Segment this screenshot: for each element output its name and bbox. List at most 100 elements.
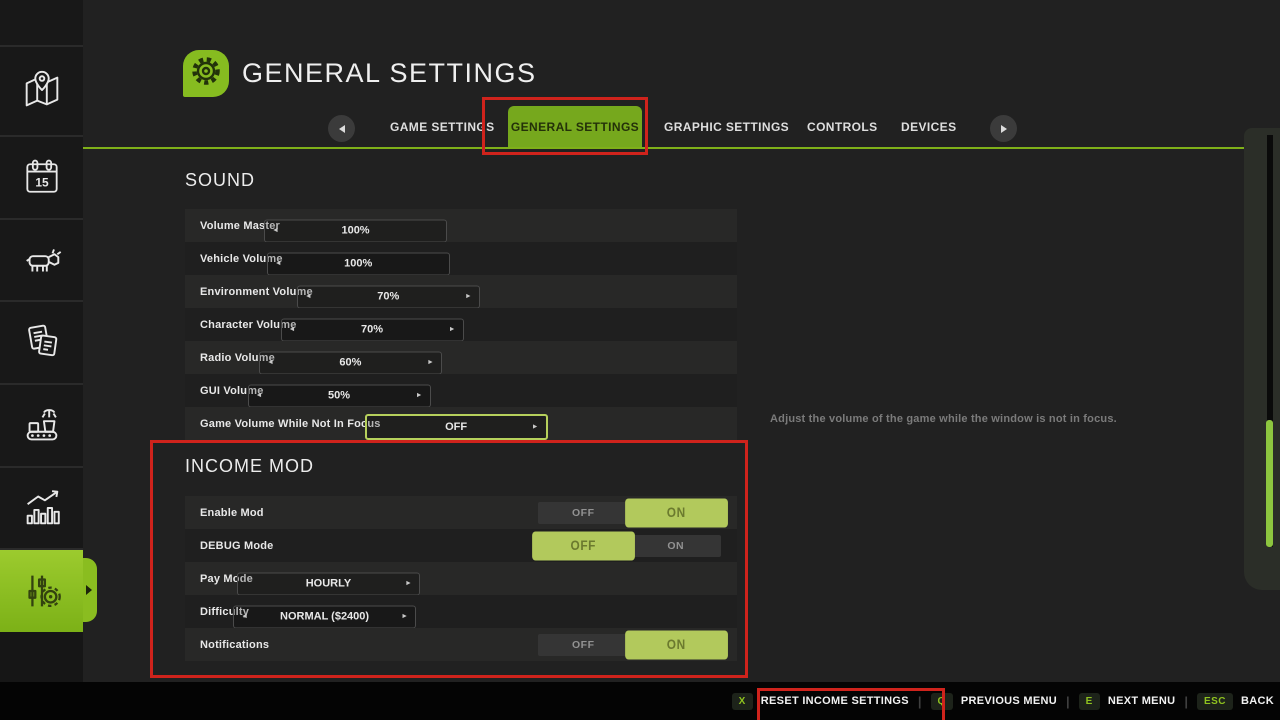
chevron-right-icon — [1001, 125, 1007, 133]
previous-menu-label: PREVIOUS MENU — [961, 695, 1057, 707]
tab-graphic-settings[interactable]: GRAPHIC SETTINGS — [664, 120, 789, 134]
arrow-right-icon[interactable]: ► — [401, 613, 408, 620]
scrollbar-thumb[interactable] — [1266, 420, 1273, 547]
debug-mode-toggle[interactable]: OFF ON — [538, 535, 721, 557]
sidebar-active-tab-bump — [83, 558, 97, 622]
stepper-value: 70% — [298, 291, 479, 303]
stepper-value: OFF — [367, 421, 546, 433]
key-badge-e: E — [1079, 693, 1100, 710]
settings-icon — [19, 568, 65, 614]
tab-devices[interactable]: DEVICES — [901, 120, 956, 134]
toggle-off-button[interactable]: OFF — [532, 531, 634, 560]
sidebar-item-map[interactable] — [0, 45, 83, 135]
sidebar-item-animals[interactable] — [0, 218, 83, 300]
stepper-value: 60% — [260, 357, 441, 369]
row-difficulty: Difficulty ◄ NORMAL ($2400) ► — [185, 595, 737, 628]
row-debug-mode: DEBUG Mode OFF ON — [185, 529, 737, 562]
sidebar-item-empty — [0, 0, 83, 45]
previous-menu-button[interactable]: Q PREVIOUS MENU — [931, 693, 1057, 710]
arrow-right-icon[interactable]: ► — [405, 580, 412, 587]
row-radio-volume: Radio Volume ◄ 60% ► — [185, 341, 737, 374]
reset-income-settings-button[interactable]: X RESET INCOME SETTINGS — [732, 693, 909, 710]
gui-volume-stepper[interactable]: ◄ 50% ► — [248, 384, 431, 407]
tabs-prev-button[interactable] — [328, 115, 355, 142]
sound-rows: Volume Master ◄ 100% ► Vehicle Volume ◄ … — [185, 209, 737, 440]
divider: | — [1184, 694, 1188, 709]
next-menu-label: NEXT MENU — [1108, 695, 1175, 707]
row-environment-volume: Environment Volume ◄ 70% ► — [185, 275, 737, 308]
tab-general-settings[interactable]: GENERAL SETTINGS — [508, 106, 642, 148]
toggle-off-button[interactable]: OFF — [538, 634, 629, 656]
stepper-value: HOURLY — [238, 578, 419, 590]
character-volume-stepper[interactable]: ◄ 70% ► — [281, 318, 464, 341]
tab-game-settings[interactable]: GAME SETTINGS — [390, 120, 495, 134]
toggle-on-button[interactable]: ON — [631, 535, 722, 557]
statistics-icon — [19, 485, 65, 531]
row-gui-volume: GUI Volume ◄ 50% ► — [185, 374, 737, 407]
row-pay-mode: Pay Mode ◄ HOURLY ► — [185, 562, 737, 595]
tab-controls[interactable]: CONTROLS — [807, 120, 878, 134]
row-notifications: Notifications OFF ON — [185, 628, 737, 661]
enable-mod-toggle[interactable]: OFF ON — [538, 502, 721, 524]
stepper-value: 70% — [282, 324, 463, 336]
arrow-right-icon[interactable]: ► — [532, 424, 539, 431]
sidebar-item-statistics[interactable] — [0, 466, 83, 548]
contracts-icon — [19, 320, 65, 366]
pay-mode-stepper[interactable]: ◄ HOURLY ► — [237, 572, 420, 595]
gear-icon — [189, 54, 223, 93]
stepper-value: 50% — [249, 390, 430, 402]
notifications-toggle[interactable]: OFF ON — [538, 634, 721, 656]
income-mod-rows: Enable Mod OFF ON DEBUG Mode OFF ON Pay … — [185, 496, 737, 661]
next-menu-button[interactable]: E NEXT MENU — [1079, 693, 1176, 710]
tabs-next-button[interactable] — [990, 115, 1017, 142]
chevron-right-icon — [86, 585, 92, 595]
arrow-right-icon[interactable]: ► — [416, 392, 423, 399]
arrow-right-icon[interactable]: ► — [427, 359, 434, 366]
row-character-volume: Character Volume ◄ 70% ► — [185, 308, 737, 341]
arrow-right-icon[interactable]: ► — [465, 293, 472, 300]
row-enable-mod: Enable Mod OFF ON — [185, 496, 737, 529]
row-label: DEBUG Mode — [200, 540, 274, 552]
section-title-sound: SOUND — [185, 170, 255, 191]
row-game-volume-not-in-focus: Game Volume While Not In Focus ◄ OFF ► — [185, 407, 737, 440]
calendar-icon: 15 — [20, 156, 64, 200]
sidebar-item-settings[interactable] — [0, 548, 83, 632]
row-label: Enable Mod — [200, 507, 264, 519]
page-icon — [183, 50, 229, 97]
key-badge-esc: ESC — [1197, 693, 1233, 710]
toggle-on-button[interactable]: ON — [625, 630, 727, 659]
row-volume-master: Volume Master ◄ 100% ► — [185, 209, 737, 242]
vehicle-volume-stepper[interactable]: ◄ 100% ► — [267, 252, 450, 275]
sidebar-item-contracts[interactable] — [0, 300, 83, 383]
stepper-value: 100% — [265, 225, 446, 237]
environment-volume-stepper[interactable]: ◄ 70% ► — [297, 285, 480, 308]
back-button[interactable]: ESC BACK — [1197, 693, 1274, 710]
svg-text:15: 15 — [35, 175, 49, 189]
row-label: Notifications — [200, 639, 269, 651]
game-volume-not-in-focus-stepper[interactable]: ◄ OFF ► — [365, 414, 548, 440]
volume-master-stepper[interactable]: ◄ 100% ► — [264, 219, 447, 242]
toggle-off-button[interactable]: OFF — [538, 502, 629, 524]
setting-help-text: Adjust the volume of the game while the … — [770, 413, 1240, 425]
divider: | — [918, 694, 922, 709]
toggle-on-button[interactable]: ON — [625, 498, 727, 527]
sidebar-item-production[interactable] — [0, 383, 83, 466]
animals-icon — [19, 237, 65, 283]
key-badge-q: Q — [931, 693, 953, 710]
arrow-right-icon[interactable]: ► — [449, 326, 456, 333]
sidebar-item-calendar[interactable]: 15 — [0, 135, 83, 218]
row-label: Game Volume While Not In Focus — [200, 418, 381, 430]
right-frame-panel — [1244, 128, 1280, 590]
map-icon — [19, 68, 65, 114]
stepper-value: NORMAL ($2400) — [234, 611, 415, 623]
radio-volume-stepper[interactable]: ◄ 60% ► — [259, 351, 442, 374]
production-icon — [19, 403, 65, 449]
back-label: BACK — [1241, 695, 1274, 707]
reset-income-settings-label: RESET INCOME SETTINGS — [761, 695, 909, 707]
difficulty-stepper[interactable]: ◄ NORMAL ($2400) ► — [233, 605, 416, 628]
page-title: GENERAL SETTINGS — [242, 58, 537, 89]
section-title-income-mod: INCOME MOD — [185, 456, 314, 477]
tab-underline — [83, 147, 1246, 149]
key-badge-x: X — [732, 693, 753, 710]
stepper-value: 100% — [268, 258, 449, 270]
